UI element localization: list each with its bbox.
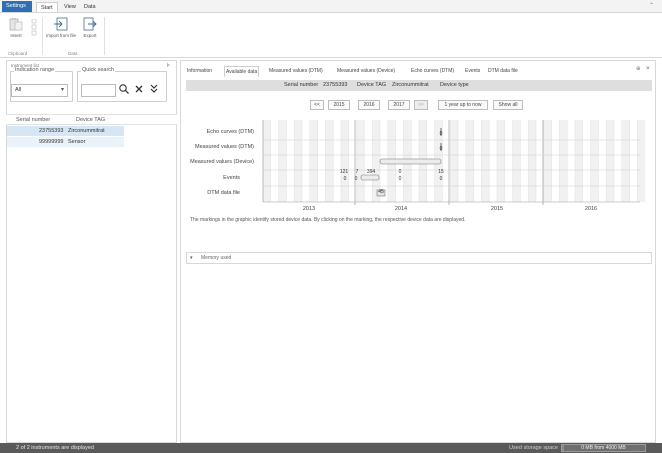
- measured-values-device-range[interactable]: [379, 158, 442, 165]
- event-count: 15: [438, 169, 444, 175]
- expand-icon: ▾: [190, 255, 193, 261]
- grid-band: [559, 120, 568, 202]
- grid-band: [294, 120, 302, 202]
- instrument-count-status: 2 of 2 instruments are displayed: [16, 445, 94, 451]
- marker-count: 0: [440, 146, 443, 152]
- event-count: 7: [356, 169, 359, 175]
- grid-band: [450, 120, 458, 202]
- event-count: 0: [399, 176, 402, 182]
- event-count: 0: [440, 176, 443, 182]
- event-count: 0: [399, 169, 402, 175]
- event-count: 0: [344, 176, 347, 182]
- grid-band: [497, 120, 505, 202]
- grid-band: [590, 120, 599, 202]
- year-label: 2015: [491, 206, 503, 212]
- grid-band: [528, 120, 536, 202]
- grid-band: [543, 120, 552, 202]
- storage-progress-bar: 0 MB from 4000 MB: [561, 444, 646, 452]
- timeline-row-label: Measured values (Device): [190, 159, 254, 165]
- marker-count: 0: [440, 131, 443, 137]
- year-label: 2014: [395, 206, 407, 212]
- year-label: 2016: [585, 206, 597, 212]
- year-label: 2013: [303, 206, 315, 212]
- grid-band: [621, 120, 630, 202]
- timeline-row-label: Echo curves (DTM): [207, 129, 255, 135]
- event-count: 121: [340, 169, 349, 175]
- marker-count: 45: [378, 189, 384, 195]
- storage-progress-text: 0 MB from 4000 MB: [581, 445, 626, 451]
- timeline-row-label: Measured values (DTM): [195, 144, 254, 150]
- used-storage-label: Used storage space: [509, 445, 558, 451]
- memory-used-label: Memory used: [201, 255, 232, 261]
- grid-band: [575, 120, 583, 202]
- events-range[interactable]: [360, 174, 380, 181]
- timeline-row-label: DTM data file: [207, 190, 240, 196]
- grid-band: [512, 120, 521, 202]
- memory-used-expander[interactable]: ▾ Memory used: [186, 252, 652, 264]
- status-bar: 2 of 2 instruments are displayed Used st…: [0, 443, 662, 453]
- grid-band: [356, 120, 365, 202]
- grid-band: [325, 120, 334, 202]
- event-count: 394: [367, 169, 376, 175]
- grid-band: [637, 120, 646, 202]
- grid-band: [481, 120, 490, 202]
- grid-band: [341, 120, 349, 202]
- timeline-grid: [262, 120, 646, 205]
- grid-band: [278, 120, 287, 202]
- data-timeline: Echo curves (DTM) Measured values (DTM) …: [190, 120, 646, 212]
- timeline-hint: The markings in the graphic identify sto…: [190, 217, 466, 223]
- grid-band: [263, 120, 271, 202]
- timeline-row-label: Events: [223, 175, 240, 181]
- event-count: 0: [355, 176, 358, 182]
- grid-band: [309, 120, 318, 202]
- grid-band: [465, 120, 474, 202]
- grid-band: [606, 120, 614, 202]
